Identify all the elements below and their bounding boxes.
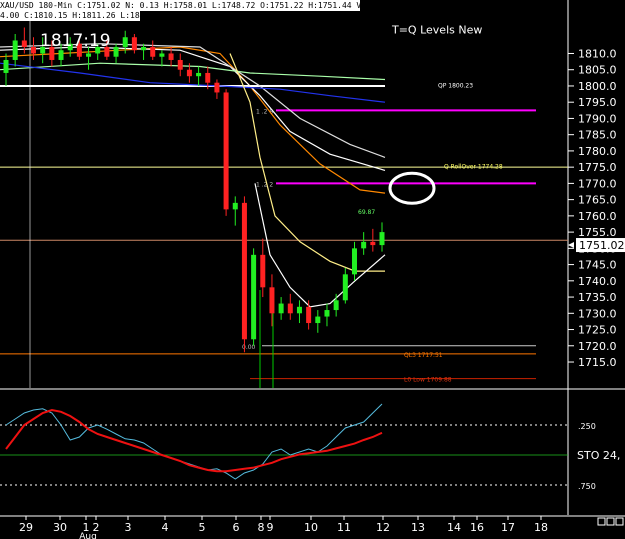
candle-body [196,72,202,77]
price-tick-label: 1730.0 [578,307,617,320]
price-tick-label: 1755.0 [578,226,617,239]
time-tick-label: 4 [162,521,169,534]
candle-body [131,37,137,51]
highlight-circle [388,171,436,205]
price-chart[interactable]: 1810.0 1805.0 1800.0 1795.0 1790.0 1785.0 1780… [0,0,625,539]
time-tick-label: 10 [304,521,318,534]
candle-body [31,46,37,54]
time-month-label: Aug [79,532,97,539]
time-tick-label: 16 [470,521,484,534]
candle-body [351,248,357,275]
price-tick-label: 1800.0 [578,80,617,93]
candle-body [379,232,385,246]
time-tick-label: 14 [447,521,461,534]
candle-body [86,53,92,57]
candle-body [241,202,247,340]
time-tick-label: 17 [501,521,515,534]
candle-body [269,287,275,314]
current-price-label: 1751.02 [579,239,625,252]
candle-body [168,53,174,60]
candle-body [315,316,321,324]
time-tick-label: 12 [376,521,390,534]
time-tick-label: 30 [53,521,67,534]
price-tick-label: 1765.0 [578,194,617,207]
candle-body [278,303,284,314]
price-tick-label: 1810.0 [578,47,617,60]
candle-body [113,46,119,57]
candle-body [232,202,238,210]
current-price-marker [568,242,574,249]
candle-body [150,46,156,57]
candle-body [58,50,64,60]
candle-body [342,274,348,301]
oscillator-k-line [5,403,383,480]
candle-body [177,59,183,70]
candle-body [159,53,165,57]
candle-body [3,59,9,73]
price-tick-label: 1775.0 [578,161,617,174]
candle-body [287,303,293,314]
candle-body [260,254,266,288]
candle-body [361,241,367,249]
price-tick-label: 1745.0 [578,259,617,272]
time-tick-label: 8 [258,521,265,534]
price-tick-label: 1785.0 [578,129,617,142]
price-tick-label: 1740.0 [578,275,617,288]
candle-body [251,254,257,340]
chart-annotation: L0 Low 1709.88 [404,377,452,384]
moving-average-line [0,62,386,103]
candle-body [141,46,147,51]
chart-annotation: 69.87 [358,209,375,216]
candle-body [333,300,339,311]
moving-average-line [0,62,386,81]
time-tick-label: 3 [125,521,132,534]
moving-average-line [0,46,386,194]
toolbar-icon[interactable] [606,517,615,526]
toolbar-icon[interactable] [615,517,624,526]
oscillator-tick-label: .750 [578,482,596,491]
oscillator-d-line [5,408,383,473]
price-tick-label: 1770.0 [578,177,617,190]
moving-average-line [0,43,386,158]
time-tick-label: 18 [534,521,548,534]
price-tick-label: 1735.0 [578,291,617,304]
candle-body [21,40,27,47]
price-tick-label: 1790.0 [578,112,617,125]
price-level-label: 1 .2 2 [256,181,273,188]
candle-body [370,241,376,246]
time-tick-label: 6 [233,521,240,534]
oscillator-tick-label: .250 [578,422,596,431]
chart-annotation: T=Q Levels New [391,24,482,37]
price-tick-label: 1720.0 [578,340,617,353]
candle-body [306,306,312,324]
price-tick-label: 1795.0 [578,96,617,109]
time-tick-label: 5 [199,521,206,534]
chart-annotation: Q RollOver 1774.28 [444,164,503,171]
chart-annotation: QP 1800.23 [438,82,473,89]
price-tick-label: 1725.0 [578,324,617,337]
time-tick-label: 9 [267,521,274,534]
price-tick-label: 1760.0 [578,210,617,223]
candle-body [12,40,18,60]
candle-body [324,310,330,317]
candle-body [122,37,128,47]
candle-body [223,92,229,210]
chart-annotation: QL3 1717.51 [404,352,443,359]
candle-body [205,72,211,83]
big-time-label: 1817:19 [40,31,111,51]
time-tick-label: 11 [337,521,351,534]
candle-body [186,69,192,77]
oscillator-name-label: STO 24, [577,449,620,462]
time-tick-label: 29 [19,521,33,534]
candle-body [214,82,220,93]
price-tick-label: 1715.0 [578,356,617,369]
candle-body [296,306,302,314]
price-tick-label: 1780.0 [578,145,617,158]
price-tick-label: 1805.0 [578,64,617,77]
toolbar-icon[interactable] [597,517,606,526]
time-tick-label: 13 [411,521,425,534]
